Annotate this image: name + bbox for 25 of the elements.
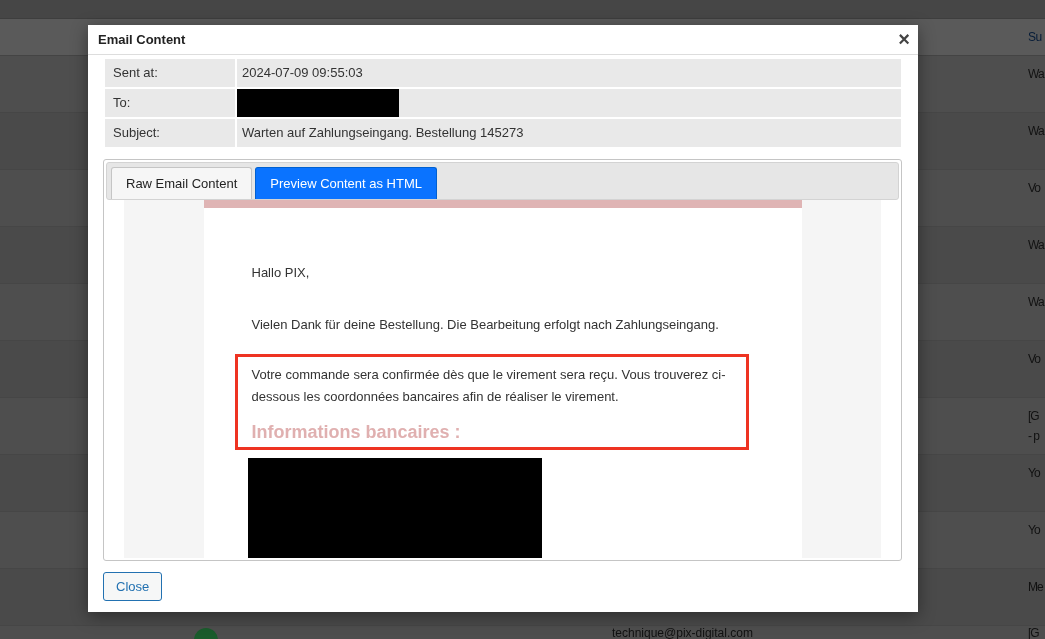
table-cell-text: Yo xyxy=(1028,465,1040,482)
field-label: Sent at: xyxy=(105,58,235,87)
close-button[interactable]: Close xyxy=(103,572,163,601)
table-cell-text: Yo xyxy=(1028,522,1040,539)
tab[interactable]: Raw Email Content xyxy=(111,166,253,199)
email-address: technique@pix-digital.com xyxy=(612,626,753,639)
section-heading: Informations bancaires : xyxy=(251,421,462,443)
field-value: 2024-07-09 09:55:03 xyxy=(237,58,901,87)
email-paragraph: Hallo PIX, xyxy=(251,263,311,282)
table-cell-text: Vo xyxy=(1028,351,1040,368)
table-cell-text: Vo xyxy=(1028,180,1040,197)
table-cell-text: [G - p xyxy=(1028,408,1039,445)
tab[interactable]: Preview Content as HTML xyxy=(255,166,437,199)
table-cell-text: Me xyxy=(1028,579,1043,596)
table-cell-text: Wa xyxy=(1028,123,1044,140)
table-cell-text: Wa xyxy=(1028,237,1044,254)
field-label: Subject: xyxy=(105,118,235,147)
field-value: Warten auf Zahlungseingang. Bestellung 145273 xyxy=(237,118,901,147)
table-cell-text: Wa xyxy=(1028,294,1044,311)
table-cell-text: Wa xyxy=(1028,66,1044,83)
table-cell: [G xyxy=(1028,626,1039,639)
dialog-title: Email Content xyxy=(98,31,186,47)
email-paragraph: Vielen Dank für deine Bestellung. Die Bearbeitung erfolgt nach Zahlungseingang. xyxy=(251,315,720,334)
field-label: To: xyxy=(105,88,235,117)
email-paragraph: Votre commande sera confirmée dès que le virement sera reçu. Vous trouverez ci-dessous les coordonnées bancaires afin de réaliser le virement. xyxy=(251,365,727,406)
